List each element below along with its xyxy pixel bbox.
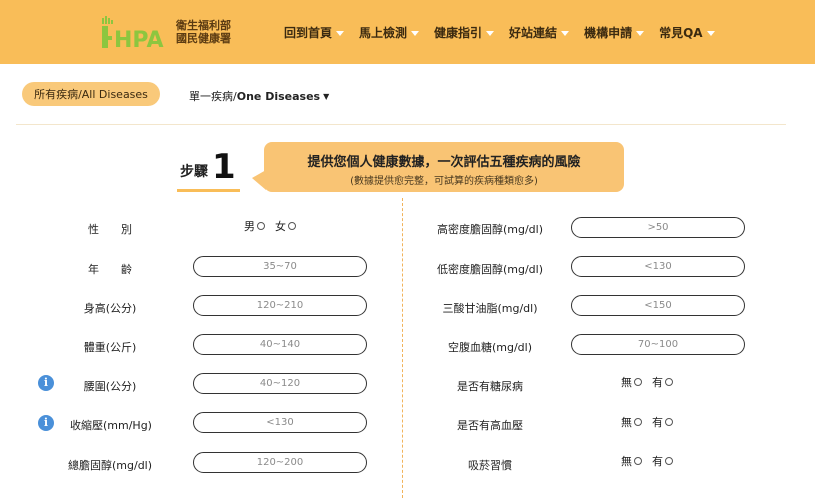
radio-circle[interactable] [634, 418, 642, 426]
cholesterol-input[interactable] [193, 452, 367, 473]
waist-label: 腰圍(公分) [83, 380, 137, 393]
diabetes-radio-group: 無 有 [621, 374, 683, 390]
smoking-label: 吸菸習慣 [468, 459, 512, 472]
nav-links[interactable]: 好站連結 [509, 24, 570, 41]
diabetes-yes-option[interactable]: 有 [652, 374, 673, 390]
ldl-label: 低密度膽固醇(mg/dl) [436, 263, 544, 276]
tab-one-label: One Diseases [236, 89, 321, 103]
tab-one-disease[interactable]: 單一疾病/One Diseases ▼ [189, 88, 329, 104]
gender-radio-group: 男 女 [244, 218, 306, 234]
svg-text:HPA: HPA [114, 28, 164, 50]
radio-circle[interactable] [634, 457, 642, 465]
org-name-line2: 國民健康署 [176, 32, 231, 45]
chevron-down-icon [636, 30, 645, 36]
smoking-yes-option[interactable]: 有 [652, 453, 673, 469]
chevron-down-icon [706, 30, 715, 36]
chevron-down-icon [486, 30, 495, 36]
hdl-input[interactable] [571, 217, 745, 238]
diabetes-label: 是否有糖尿病 [457, 380, 523, 393]
gender-male-option[interactable]: 男 [244, 218, 265, 234]
height-input[interactable] [193, 295, 367, 316]
height-label: 身高(公分) [83, 302, 137, 315]
step-label: 步驟 1 [180, 150, 236, 184]
radio-circle[interactable] [288, 222, 296, 230]
step-text: 步驟 [180, 164, 208, 180]
age-label: 年 齡 [88, 263, 132, 276]
nav-health-guide[interactable]: 健康指引 [434, 24, 495, 41]
tab-one-prefix: 單一疾病/ [189, 90, 237, 103]
step-underline [177, 189, 240, 192]
glucose-label: 空腹血糖(mg/dl) [447, 341, 533, 354]
triglyceride-input[interactable] [571, 295, 745, 316]
hypertension-label: 是否有高血壓 [457, 419, 523, 432]
hypertension-no-option[interactable]: 無 [621, 414, 642, 430]
age-input[interactable] [193, 256, 367, 277]
radio-circle[interactable] [665, 418, 673, 426]
diabetes-no-option[interactable]: 無 [621, 374, 642, 390]
divider [16, 124, 786, 125]
nav-faq[interactable]: 常見QA [659, 24, 715, 41]
radio-circle[interactable] [665, 457, 673, 465]
glucose-input[interactable] [571, 334, 745, 355]
triglyceride-label: 三酸甘油脂(mg/dl) [442, 302, 538, 315]
chevron-down-icon: ▼ [323, 91, 330, 101]
step-title: 提供您個人健康數據，一次評估五種疾病的風險 [307, 155, 581, 170]
step-subtitle: (數據提供愈完整，可試算的疾病種類愈多) [350, 176, 538, 187]
gender-female-option[interactable]: 女 [275, 218, 296, 234]
chevron-down-icon [561, 30, 570, 36]
ldl-input[interactable] [571, 256, 745, 277]
waist-input[interactable] [193, 373, 367, 394]
info-icon[interactable]: i [38, 375, 54, 391]
radio-circle[interactable] [634, 378, 642, 386]
step-bubble: 提供您個人健康數據，一次評估五種疾病的風險 (數據提供愈完整，可試算的疾病種類愈… [264, 142, 624, 192]
hpa-logo[interactable]: HPA 衛生福利部 國民健康署 [100, 13, 231, 51]
nav-institution-apply[interactable]: 機構申請 [584, 24, 645, 41]
weight-label: 體重(公斤) [83, 341, 137, 354]
hdl-label: 高密度膽固醇(mg/dl) [436, 223, 544, 236]
weight-input[interactable] [193, 334, 367, 355]
smoking-radio-group: 無 有 [621, 453, 683, 469]
nav-home[interactable]: 回到首頁 [284, 24, 345, 41]
smoking-no-option[interactable]: 無 [621, 453, 642, 469]
chevron-down-icon [336, 30, 345, 36]
radio-circle[interactable] [665, 378, 673, 386]
hypertension-radio-group: 無 有 [621, 414, 683, 430]
tab-all-diseases[interactable]: 所有疾病/All Diseases [22, 82, 160, 106]
step-number: 1 [212, 147, 236, 187]
hpa-logo-mark: HPA [100, 14, 172, 50]
cholesterol-label: 總膽固醇(mg/dl) [68, 459, 153, 472]
systolic-label: 收縮壓(mm/Hg) [70, 419, 152, 432]
info-icon[interactable]: i [38, 415, 54, 431]
chevron-down-icon [411, 30, 420, 36]
radio-circle[interactable] [257, 222, 265, 230]
column-divider [402, 198, 403, 498]
top-header: HPA 衛生福利部 國民健康署 回到首頁 馬上檢測 健康指引 好站連結 機構申請… [0, 0, 815, 64]
main-nav: 回到首頁 馬上檢測 健康指引 好站連結 機構申請 常見QA [284, 24, 730, 41]
hypertension-yes-option[interactable]: 有 [652, 414, 673, 430]
systolic-input[interactable] [193, 412, 367, 433]
gender-label: 性 別 [88, 223, 132, 236]
org-name-line1: 衛生福利部 [176, 19, 231, 32]
nav-test-now[interactable]: 馬上檢測 [359, 24, 420, 41]
